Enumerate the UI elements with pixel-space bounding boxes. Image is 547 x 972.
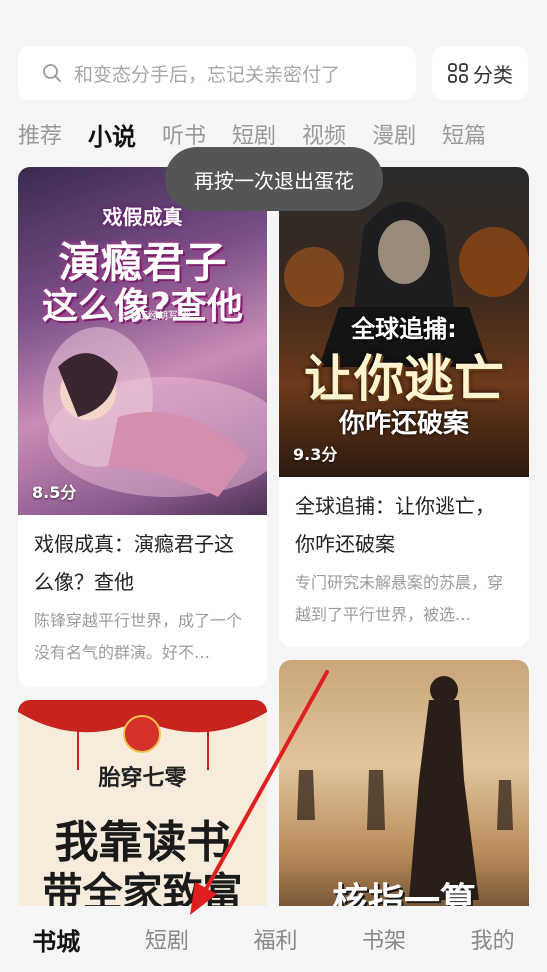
book-score: 9.3分 [293, 445, 338, 464]
search-bar[interactable]: 和变态分手后，忘记关亲密付了 [18, 46, 416, 100]
bottom-nav: 书城 短剧 福利 书架 我的 [0, 906, 547, 972]
category-button[interactable]: 分类 [432, 46, 528, 100]
tab-audiobook[interactable]: 听书 [162, 118, 206, 150]
book-description: 陈锋穿越平行世界，成了一个没有名气的群演。好不… [34, 611, 243, 662]
tab-short-drama[interactable]: 短剧 [232, 118, 276, 150]
tab-short-story[interactable]: 短篇 [442, 118, 486, 150]
book-cover[interactable]: 胎穿七零 我靠读书 带全家致富 [18, 700, 267, 920]
nav-bookstore[interactable]: 书城 [32, 922, 80, 957]
book-cover[interactable]: 核指一算 [279, 660, 529, 920]
tab-comic-drama[interactable]: 漫剧 [372, 118, 416, 150]
book-card[interactable]: 核指一算 [279, 660, 529, 920]
tab-recommend[interactable]: 推荐 [18, 118, 62, 150]
book-title[interactable]: 全球追捕：让你逃亡，你咋还破案 [279, 477, 529, 563]
category-label: 分类 [473, 62, 513, 87]
tab-novel[interactable]: 小说 [88, 117, 136, 152]
cover-sub-text: 你咋还破案 [338, 409, 469, 439]
book-cover[interactable]: 戏假成真 演瘾君子 这么像?查他 一本正经胡写 著 8.5分 [18, 167, 267, 515]
exit-toast: 再按一次退出蛋花 [165, 147, 383, 211]
book-card[interactable]: 胎穿七零 我靠读书 带全家致富 [18, 700, 267, 920]
book-card[interactable]: 全球追捕: 让你逃亡 你咋还破案 9.3分 全球追捕：让你逃亡，你咋还破案 专门… [279, 167, 529, 647]
cover-author: 一本正经胡写 著 [118, 311, 192, 322]
cover-top-text: 胎穿七零 [98, 766, 187, 791]
book-description: 专门研究未解悬案的苏晨，穿越到了平行世界，被选… [295, 573, 504, 624]
nav-welfare[interactable]: 福利 [253, 923, 297, 955]
book-score: 8.5分 [32, 483, 77, 502]
cover-main-text: 让你逃亡 [304, 350, 504, 408]
book-title[interactable]: 戏假成真：演瘾君子这么像？查他 [18, 515, 267, 601]
tab-video[interactable]: 视频 [302, 118, 346, 150]
nav-short-drama[interactable]: 短剧 [145, 923, 189, 955]
grid-icon [448, 63, 468, 83]
book-card[interactable]: 戏假成真 演瘾君子 这么像?查他 一本正经胡写 著 8.5分 戏假成真：演瘾君子… [18, 167, 267, 687]
search-icon [43, 64, 61, 82]
book-cover[interactable]: 全球追捕: 让你逃亡 你咋还破案 9.3分 [279, 167, 529, 477]
search-input[interactable]: 和变态分手后，忘记关亲密付了 [74, 60, 340, 87]
nav-mine[interactable]: 我的 [471, 923, 515, 955]
nav-bookshelf[interactable]: 书架 [362, 923, 406, 955]
